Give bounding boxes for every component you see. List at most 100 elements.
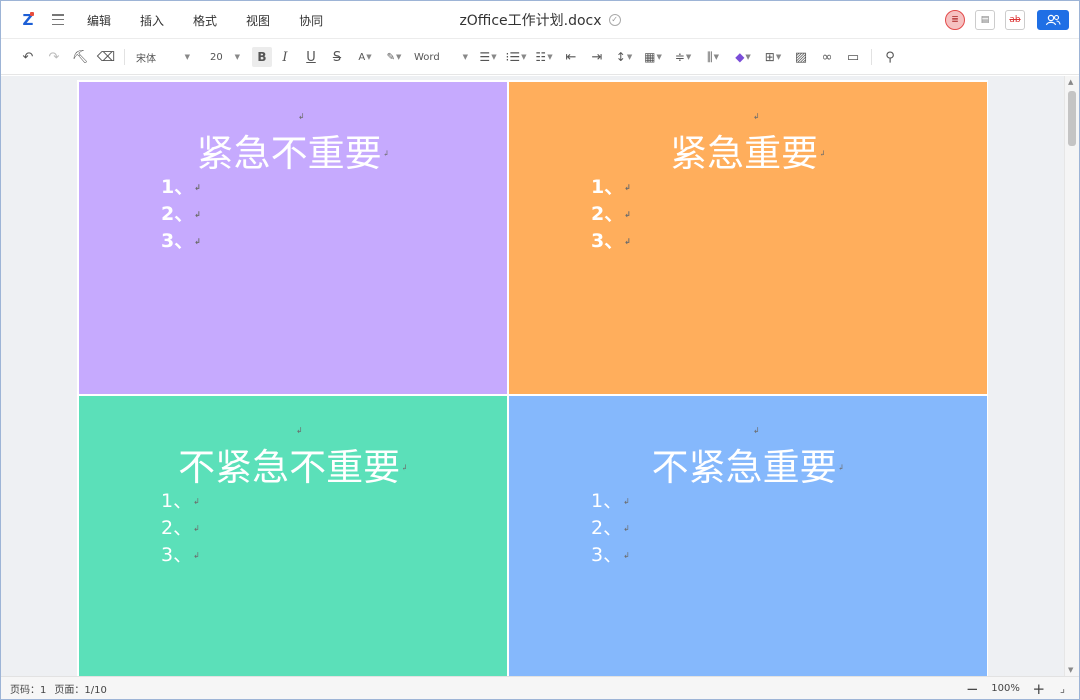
quadrant-not-urgent-important[interactable]: ↲ 不紧急重要↲ 1、↲ 2、↲ 3、↲	[509, 396, 987, 680]
document-title-text[interactable]: zOffice工作计划.docx	[459, 10, 601, 30]
vertical-scrollbar[interactable]: ▲ ▼	[1064, 76, 1079, 676]
chevron-down-icon: ▼	[685, 53, 692, 61]
logo-accent	[30, 12, 34, 16]
paragraph-mark: ↲	[298, 112, 305, 121]
underline-button[interactable]: U	[298, 47, 324, 67]
scroll-down-icon[interactable]: ▼	[1068, 666, 1073, 674]
numbered-list-icon: ☷	[535, 50, 547, 64]
status-bar: 页码：1 页面：1/10 − 100% + ⌟	[1, 676, 1079, 699]
zoom-out-button[interactable]: −	[963, 680, 981, 698]
menu-edit[interactable]: 编辑	[87, 12, 111, 29]
highlight-button[interactable]: ✎ ▼	[380, 47, 408, 67]
menu-format[interactable]: 格式	[193, 12, 217, 29]
format-toolbar: ↶ ↷ ⛏ ⌫ 宋体 ▼ 20 ▼ B I U S A ▼ ✎ ▼ Word ▼ ☰ ▼ ⁝…	[1, 40, 1079, 75]
italic-button[interactable]: I	[272, 47, 298, 67]
paragraph-mark: ↲	[819, 149, 826, 158]
quadrant-title-text: 紧急不重要	[196, 132, 382, 175]
chevron-down-icon: ▼	[184, 53, 190, 61]
search-icon[interactable]: ⚲	[877, 47, 903, 67]
topbar-actions: ≣ ▤ ab	[935, 10, 1069, 30]
chevron-down-icon: ▼	[745, 53, 751, 61]
chevron-down-icon: ▼	[775, 53, 782, 61]
quadrant-urgent-important[interactable]: ↲ 紧急重要↲ 1、↲ 2、↲ 3、↲	[509, 82, 987, 394]
image-icon[interactable]: ▨	[788, 47, 814, 67]
format-painter-icon[interactable]: ⛏	[67, 47, 93, 67]
redo-icon[interactable]: ↷	[41, 47, 67, 67]
strikethrough-button[interactable]: S	[324, 47, 350, 67]
paragraph-mark: ↲	[753, 112, 760, 121]
undo-icon[interactable]: ↶	[15, 47, 41, 67]
paragraph-mark: ↲	[382, 149, 390, 158]
font-size-value: 20	[210, 51, 223, 63]
main-menu: 编辑 插入 格式 视图 协同	[87, 1, 352, 39]
decrease-indent-icon[interactable]: ⇤	[558, 47, 584, 67]
table-icon: ▦	[644, 50, 656, 64]
chevron-down-icon: ▼	[462, 53, 468, 61]
quadrant-title: 不紧急不重要↲	[79, 448, 507, 488]
quadrant-title-text: 紧急重要	[670, 132, 819, 175]
zoom-in-button[interactable]: +	[1030, 680, 1048, 698]
share-users-button[interactable]	[1037, 10, 1069, 30]
font-color-button[interactable]: A ▼	[350, 47, 380, 67]
scrollbar-thumb[interactable]	[1068, 91, 1076, 146]
shading-button[interactable]: ◆ ▼	[728, 47, 758, 67]
bold-button[interactable]: B	[252, 47, 272, 67]
table-button[interactable]: ▦ ▼	[638, 47, 668, 67]
list-item: 1、↲	[591, 490, 630, 512]
paint-bucket-icon: ◆	[735, 50, 745, 64]
paragraph-mark: ↲	[753, 426, 760, 435]
quadrant-title-text: 不紧急重要	[651, 446, 837, 489]
link-icon[interactable]: ∞	[814, 47, 840, 67]
document-workspace: ↲ 紧急不重要↲ 1、↲ 2、↲ 3、↲ ↲ 紧急重要↲ 1、↲ 2、↲ 3、↲…	[1, 76, 1079, 680]
increase-indent-icon[interactable]: ⇥	[584, 47, 610, 67]
app-window: Z zOffice工作计划.docx ✓ 编辑 插入 格式 视图 协同 ≣ ▤ …	[0, 0, 1080, 700]
list-item: 1、↲	[161, 176, 201, 198]
chevron-down-icon: ▼	[626, 53, 633, 61]
align-left-icon: ☰	[479, 50, 491, 64]
comment-insert-icon[interactable]: ▭	[840, 47, 866, 67]
paragraph-button[interactable]: ≑ ▼	[668, 47, 698, 67]
clear-format-icon[interactable]: ⌫	[93, 47, 119, 67]
menu-view[interactable]: 视图	[246, 12, 270, 29]
paragraph-mark: ↲	[837, 463, 845, 472]
quadrant-not-urgent-not-important[interactable]: ↲ 不紧急不重要↲ 1、↲ 2、↲ 3、↲	[79, 396, 507, 680]
menu-insert[interactable]: 插入	[140, 12, 164, 29]
font-size-select[interactable]: 20 ▼	[204, 47, 246, 67]
style-select[interactable]: Word ▼	[408, 47, 474, 67]
quadrant-list: 1、↲ 2、↲ 3、↲	[161, 488, 200, 569]
chevron-down-icon: ▼	[547, 53, 553, 61]
list-item: 1、↲	[591, 176, 631, 198]
numbered-list-button[interactable]: ☷ ▼	[530, 47, 558, 67]
hamburger-menu-icon[interactable]	[52, 14, 64, 25]
quadrant-urgent-not-important[interactable]: ↲ 紧急不重要↲ 1、↲ 2、↲ 3、↲	[79, 82, 507, 394]
document-page[interactable]: ↲ 紧急不重要↲ 1、↲ 2、↲ 3、↲ ↲ 紧急重要↲ 1、↲ 2、↲ 3、↲…	[77, 80, 988, 680]
list-item: 3、↲	[161, 544, 200, 566]
menu-collab[interactable]: 协同	[299, 12, 323, 29]
list-item: 2、↲	[161, 203, 201, 225]
scroll-up-icon[interactable]: ▲	[1068, 78, 1073, 86]
border-button[interactable]: ⊞ ▼	[758, 47, 788, 67]
columns-button[interactable]: ⫼ ▼	[698, 47, 728, 67]
zoom-level[interactable]: 100%	[991, 683, 1020, 694]
font-name-select[interactable]: 宋体 ▼	[130, 47, 196, 67]
record-icon[interactable]: ≣	[945, 10, 965, 30]
paragraph-mark: ↲	[401, 463, 408, 472]
list-item: 1、↲	[161, 490, 200, 512]
line-spacing-button[interactable]: ↕ ▼	[610, 47, 638, 67]
font-name-value: 宋体	[136, 53, 156, 65]
align-button[interactable]: ☰ ▼	[474, 47, 502, 67]
quadrant-title: 紧急重要↲	[509, 134, 987, 174]
chevron-down-icon: ▼	[713, 53, 719, 61]
chevron-down-icon: ▼	[521, 53, 527, 61]
quadrant-list: 1、↲ 2、↲ 3、↲	[591, 488, 630, 569]
chevron-down-icon: ▼	[491, 53, 497, 61]
fit-page-icon[interactable]: ⌟	[1060, 682, 1065, 695]
bullet-list-button[interactable]: ⁝☰ ▼	[502, 47, 530, 67]
highlighter-icon: ✎	[386, 51, 395, 63]
paragraph-mark: ↲	[296, 426, 303, 435]
quadrant-title: 紧急不重要↲	[79, 134, 507, 174]
separator	[871, 49, 872, 65]
chevron-down-icon: ▼	[656, 53, 662, 61]
comment-icon[interactable]: ▤	[975, 10, 995, 30]
track-changes-icon[interactable]: ab	[1005, 10, 1025, 30]
